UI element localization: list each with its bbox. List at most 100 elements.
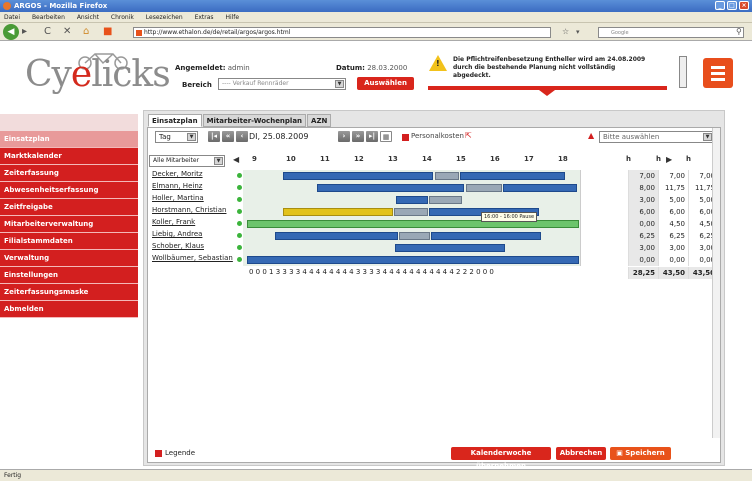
target-hours: 6,00 (658, 206, 688, 218)
sidebar-item-abmelden[interactable]: Abmelden (0, 301, 138, 318)
area-select[interactable]: ---- Verkauf Rennräder ▼ (218, 78, 346, 90)
view-select[interactable]: Tag ▼ (155, 131, 198, 143)
personnel-costs-label[interactable]: Personalkosten (411, 132, 464, 140)
search-input[interactable]: Google (598, 27, 744, 38)
menu-ansicht[interactable]: Ansicht (77, 14, 99, 21)
shift-track[interactable] (243, 194, 581, 206)
bookmark-icon[interactable]: ■ (103, 26, 112, 38)
planned-hours: 8,00 (628, 182, 658, 194)
sidebar-item-marktkalender[interactable]: Marktkalender (0, 148, 138, 165)
star-icon[interactable]: ☆ (562, 26, 569, 38)
shift-track[interactable] (243, 242, 581, 254)
scroll-right-icon[interactable]: ▶ (666, 155, 672, 164)
sidebar-item-verwaltung[interactable]: Verwaltung (0, 250, 138, 267)
select-area-button[interactable]: Auswählen (357, 77, 414, 90)
tab-azn[interactable]: AZN (307, 114, 332, 127)
double-left-icon[interactable]: « (222, 131, 234, 142)
url-input[interactable]: http://www.ethalon.de/de/retail/argos/ar… (133, 27, 551, 38)
export-icon[interactable]: ⇱ (465, 131, 472, 140)
sidebar-item-einstellungen[interactable]: Einstellungen (0, 267, 138, 284)
shift-track[interactable] (243, 230, 581, 242)
sidebar-item-zeiterfassung[interactable]: Zeiterfassung (0, 165, 138, 182)
grid-scrollbar[interactable] (712, 128, 720, 438)
shift-bar[interactable] (466, 184, 502, 192)
shift-bar[interactable] (503, 184, 577, 192)
back-arrow-icon[interactable]: ◀ (3, 24, 19, 40)
search-icon[interactable]: ⚲ (736, 26, 742, 38)
shift-bar[interactable] (247, 256, 579, 264)
shift-bar[interactable] (396, 196, 428, 204)
employee-name[interactable]: Wollbäumer, Sebastian (152, 254, 234, 262)
schedule-toolbar: Tag ▼ |◂ « ‹ DI, 25.08.2009 › » ▸| ▦ Per… (148, 128, 720, 146)
user-label: Angemeldet: (175, 64, 226, 72)
filter-select[interactable]: Bitte auswählen ▼ (599, 131, 714, 143)
stop-icon[interactable]: ✕ (63, 26, 71, 38)
sidebar-item-filialstammdaten[interactable]: Filialstammdaten (0, 233, 138, 250)
shift-bar[interactable] (460, 172, 565, 180)
exit-icon[interactable] (703, 58, 733, 88)
menu-datei[interactable]: Datei (4, 14, 20, 21)
sidebar-item-zeiterfassungsmaske[interactable]: Zeiterfassungsmaske (0, 284, 138, 301)
shift-bar[interactable] (394, 208, 428, 216)
shift-bar[interactable] (283, 172, 433, 180)
shift-bar[interactable] (429, 196, 462, 204)
next-icon[interactable]: › (338, 131, 350, 142)
hour-label: 9 (252, 155, 257, 163)
employee-name[interactable]: Elmann, Heinz (152, 182, 234, 190)
employee-name[interactable]: Horstmann, Christian (152, 206, 234, 214)
tab-mitarbeiter-wochenplan[interactable]: Mitarbeiter-Wochenplan (202, 114, 307, 127)
shift-track[interactable] (243, 182, 581, 194)
menu-extras[interactable]: Extras (195, 14, 214, 21)
printer-icon[interactable]: ▲ (588, 131, 594, 140)
employee-name[interactable]: Koller, Frank (152, 218, 234, 226)
last-page-icon[interactable]: ▸| (366, 131, 378, 142)
shift-bar[interactable] (395, 244, 505, 252)
reload-icon[interactable]: C (44, 26, 51, 38)
take-week-button[interactable]: Kalenderwoche übernehmen (451, 447, 551, 470)
chevron-down-icon: ▼ (335, 80, 344, 88)
tab-bar: Einsatzplan Mitarbeiter-Wochenplan AZN (148, 114, 332, 127)
table-row: Decker, Moritz 7,00 7,00 7,00 (148, 170, 718, 182)
menu-hilfe[interactable]: Hilfe (225, 14, 239, 21)
cyclicks-logo[interactable]: Cyelicks (25, 54, 171, 95)
tab-einsatzplan[interactable]: Einsatzplan (148, 114, 202, 127)
dropdown-arrow-icon[interactable]: ▾ (576, 26, 580, 38)
menu-bearbeiten[interactable]: Bearbeiten (32, 14, 65, 21)
shift-bar[interactable] (317, 184, 464, 192)
sidebar-item-einsatzplan[interactable]: Einsatzplan (0, 131, 138, 148)
close-button[interactable]: × (739, 1, 749, 10)
calendar-icon[interactable]: ▦ (380, 131, 392, 142)
menu-chronik[interactable]: Chronik (111, 14, 134, 21)
shift-track[interactable] (243, 170, 581, 182)
double-right-icon[interactable]: » (352, 131, 364, 142)
notice-expand-icon[interactable] (539, 90, 555, 96)
shift-bar[interactable] (399, 232, 430, 240)
shift-bar[interactable] (435, 172, 459, 180)
forward-arrow-icon[interactable]: ▸ (22, 26, 27, 38)
prev-icon[interactable]: ‹ (236, 131, 248, 142)
legend-link[interactable]: Legende (165, 449, 195, 457)
scroll-left-icon[interactable]: ◀ (233, 155, 239, 164)
shift-bar[interactable] (283, 208, 393, 216)
shift-track[interactable] (243, 254, 581, 266)
shift-bar[interactable] (275, 232, 398, 240)
notice-scrollbar[interactable] (679, 56, 687, 88)
minimize-button[interactable]: _ (715, 1, 725, 10)
shift-bar[interactable] (431, 232, 541, 240)
employee-name[interactable]: Liebig, Andrea (152, 230, 234, 238)
save-button[interactable]: ▣ Speichern (610, 447, 671, 460)
menu-bar: Datei Bearbeiten Ansicht Chronik Lesezei… (0, 12, 752, 23)
home-icon[interactable]: ⌂ (83, 26, 89, 38)
employee-name[interactable]: Schober, Klaus (152, 242, 234, 250)
first-page-icon[interactable]: |◂ (208, 131, 220, 142)
employee-name[interactable]: Decker, Moritz (152, 170, 234, 178)
sidebar-item-mitarbeiterverwaltung[interactable]: Mitarbeiterverwaltung (0, 216, 138, 233)
table-row: Horstmann, Christian 6,00 6,00 6,00 (148, 206, 718, 218)
employee-name[interactable]: Holler, Martina (152, 194, 234, 202)
employee-filter-select[interactable]: Alle Mitarbeiter ▼ (149, 155, 225, 167)
maximize-button[interactable]: □ (727, 1, 737, 10)
cancel-button[interactable]: Abbrechen (556, 447, 606, 460)
menu-lesezeichen[interactable]: Lesezeichen (146, 14, 183, 21)
sidebar-item-zeitfreigabe[interactable]: Zeitfreigabe (0, 199, 138, 216)
sidebar-item-abwesenheitserfassung[interactable]: Abwesenheitserfassung (0, 182, 138, 199)
